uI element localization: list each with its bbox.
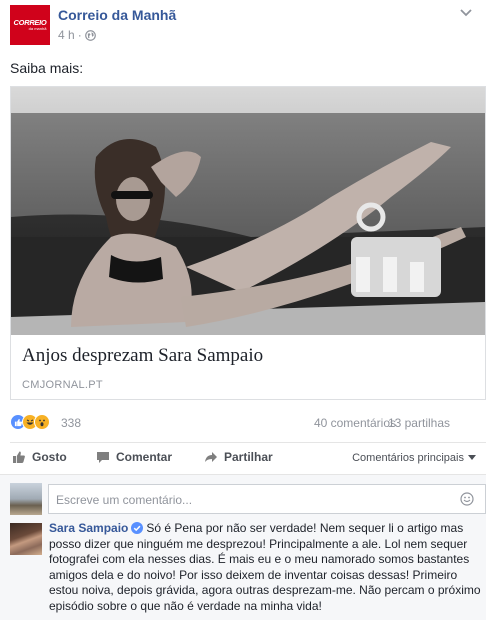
page-avatar[interactable]: CORREIO da manhã xyxy=(10,5,50,45)
like-button[interactable]: Gosto xyxy=(12,450,67,464)
comment-input-placeholder: Escreve um comentário... xyxy=(56,493,193,507)
current-user-avatar[interactable] xyxy=(10,483,42,515)
share-count[interactable]: 13 partilhas xyxy=(388,416,450,430)
globe-icon xyxy=(84,29,96,41)
comment-count[interactable]: 40 comentários xyxy=(314,416,396,430)
verified-badge-icon xyxy=(131,522,144,534)
comment-input[interactable]: Escreve um comentário... xyxy=(48,484,486,514)
reaction-count[interactable]: 338 xyxy=(61,416,81,430)
reaction-icons[interactable] xyxy=(10,414,50,430)
emoji-icon[interactable] xyxy=(460,492,474,506)
share-icon xyxy=(205,452,217,462)
thumbs-up-icon xyxy=(13,451,25,463)
reactions-summary: 338 40 comentários 13 partilhas xyxy=(10,414,480,434)
meta-separator: · xyxy=(77,28,82,42)
post-meta: 4 h · xyxy=(58,28,96,42)
post-header: CORREIO da manhã Correio da Manhã 4 h · xyxy=(10,5,480,47)
action-bar: Gosto Comentar Partilhar Comentários pri… xyxy=(10,444,486,472)
caret-down-icon xyxy=(468,455,476,460)
comment-icon xyxy=(97,452,109,463)
link-preview-card[interactable]: Anjos desprezam Sara Sampaio CMJORNAL.PT xyxy=(10,86,486,400)
comment-sort-dropdown[interactable]: Comentários principais xyxy=(352,452,476,464)
comment-author[interactable]: Sara Sampaio xyxy=(49,521,128,535)
sort-label: Comentários principais xyxy=(352,452,464,464)
divider xyxy=(10,442,486,443)
link-domain: CMJORNAL.PT xyxy=(22,379,103,391)
commenter-avatar[interactable] xyxy=(10,523,42,555)
page-name[interactable]: Correio da Manhã xyxy=(58,7,176,23)
chevron-down-icon[interactable] xyxy=(460,9,472,17)
share-label: Partilhar xyxy=(224,450,273,464)
wow-reaction-icon xyxy=(34,414,50,430)
link-photo xyxy=(11,87,485,335)
comment-body: Sara Sampaio Só é Pena por não ser verdad… xyxy=(49,521,481,614)
post-time[interactable]: 4 h xyxy=(58,28,75,42)
link-title[interactable]: Anjos desprezam Sara Sampaio xyxy=(22,345,263,367)
link-image[interactable] xyxy=(11,87,485,335)
comments-section: Escreve um comentário... Sara Sampaio Só … xyxy=(0,474,486,620)
share-button[interactable]: Partilhar xyxy=(204,450,273,464)
like-label: Gosto xyxy=(32,450,67,464)
post-text: Saiba mais: xyxy=(10,60,84,76)
comment-button[interactable]: Comentar xyxy=(96,450,172,464)
comment-label: Comentar xyxy=(116,450,173,464)
page-logo: CORREIO da manhã xyxy=(13,18,47,31)
